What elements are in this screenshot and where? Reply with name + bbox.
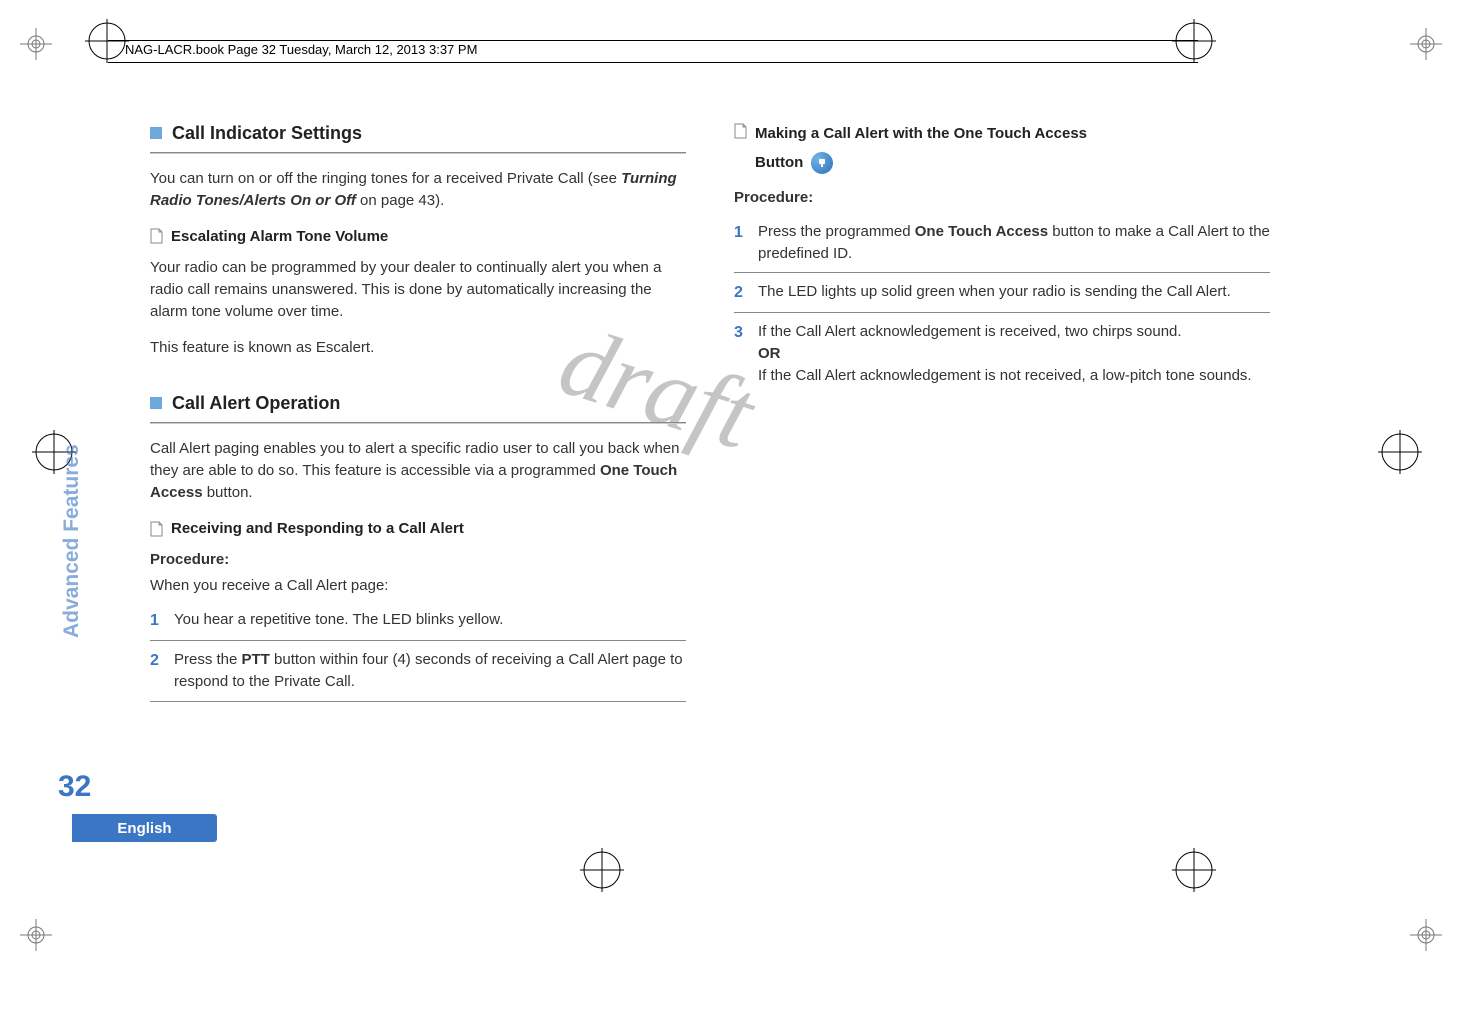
step-1: 1 Press the programmed One Touch Access …	[734, 213, 1270, 273]
page-number: 32	[58, 770, 91, 804]
page-icon	[150, 228, 163, 244]
step-2: 2 The LED lights up solid green when you…	[734, 272, 1270, 312]
text: Press the	[174, 651, 242, 668]
step-3: 3 If the Call Alert acknowledgement is r…	[734, 312, 1270, 394]
text: Making a Call Alert with the One Touch A…	[755, 125, 1087, 142]
section-bullet-icon	[150, 397, 162, 409]
steps-receive: 1 You hear a repetitive tone. The LED bl…	[150, 601, 686, 702]
text: Button	[755, 154, 803, 171]
page-content: Call Indicator Settings You can turn on …	[150, 120, 1270, 712]
crop-line-top2	[108, 62, 1198, 63]
step-number: 1	[734, 221, 748, 265]
right-column: Making a Call Alert with the One Touch A…	[734, 120, 1270, 712]
subhead-make-alert: Making a Call Alert with the One Touch A…	[734, 120, 1270, 177]
crosshair-bottom-right	[1172, 848, 1216, 892]
escalating-p2: This feature is known as Escalert.	[150, 337, 686, 359]
subhead-make-alert-text: Making a Call Alert with the One Touch A…	[755, 120, 1087, 177]
sidebar: Advanced Features	[60, 408, 90, 638]
step-number: 3	[734, 321, 748, 386]
text: Press the programmed	[758, 223, 915, 240]
step-body: The LED lights up solid green when your …	[758, 281, 1270, 304]
one-touch-button-icon	[811, 152, 833, 174]
section-rule	[150, 152, 686, 154]
reg-mark-br	[1406, 915, 1446, 955]
step-2: 2 Press the PTT button within four (4) s…	[150, 640, 686, 701]
step-number: 2	[734, 281, 748, 304]
reg-mark-tr	[1406, 24, 1446, 64]
escalating-p1: Your radio can be programmed by your dea…	[150, 257, 686, 322]
reg-mark-bl	[16, 915, 56, 955]
header-meta: NAG-LACR.book Page 32 Tuesday, March 12,…	[125, 42, 477, 57]
step-number: 2	[150, 649, 164, 693]
call-indicator-intro: You can turn on or off the ringing tones…	[150, 168, 686, 212]
left-column: Call Indicator Settings You can turn on …	[150, 120, 686, 712]
step-1: 1 You hear a repetitive tone. The LED bl…	[150, 601, 686, 640]
section-call-alert-title: Call Alert Operation	[172, 390, 340, 416]
ref-one-touch: One Touch Access	[915, 223, 1048, 240]
crosshair-top-right	[1172, 19, 1216, 63]
subhead-escalating-text: Escalating Alarm Tone Volume	[171, 226, 388, 248]
subhead-escalating: Escalating Alarm Tone Volume	[150, 226, 686, 248]
crosshair-right	[1378, 430, 1422, 474]
call-alert-intro: Call Alert paging enables you to alert a…	[150, 438, 686, 503]
text: If the Call Alert acknowledgement is not…	[758, 367, 1252, 384]
section-bullet-icon	[150, 127, 162, 139]
subhead-receive-respond-text: Receiving and Responding to a Call Alert	[171, 518, 464, 540]
text: If the Call Alert acknowledgement is rec…	[758, 323, 1182, 340]
text: on page 43).	[356, 192, 444, 209]
steps-make-alert: 1 Press the programmed One Touch Access …	[734, 213, 1270, 395]
sidebar-label: Advanced Features	[60, 444, 84, 638]
step-body: You hear a repetitive tone. The LED blin…	[174, 609, 686, 632]
or-label: OR	[758, 345, 781, 362]
page-icon	[150, 521, 163, 537]
page-icon	[734, 123, 747, 139]
step-body: If the Call Alert acknowledgement is rec…	[758, 321, 1270, 386]
section-call-indicator-title: Call Indicator Settings	[172, 120, 362, 146]
language-tab: English	[72, 814, 217, 842]
section-call-alert-head: Call Alert Operation	[150, 390, 686, 416]
subhead-receive-respond: Receiving and Responding to a Call Alert	[150, 518, 686, 540]
text: You can turn on or off the ringing tones…	[150, 170, 621, 187]
crosshair-top-left	[85, 19, 129, 63]
step-number: 1	[150, 609, 164, 632]
text: button.	[203, 484, 253, 501]
ref-ptt: PTT	[242, 651, 270, 668]
procedure-sub: When you receive a Call Alert page:	[150, 575, 686, 597]
section-rule	[150, 422, 686, 424]
step-body: Press the programmed One Touch Access bu…	[758, 221, 1270, 265]
reg-mark-tl	[16, 24, 56, 64]
step-body: Press the PTT button within four (4) sec…	[174, 649, 686, 693]
crosshair-bottom-center	[580, 848, 624, 892]
procedure-label: Procedure:	[734, 187, 1270, 209]
crop-line-top	[108, 40, 1198, 41]
section-call-indicator-head: Call Indicator Settings	[150, 120, 686, 146]
procedure-label: Procedure:	[150, 549, 686, 571]
